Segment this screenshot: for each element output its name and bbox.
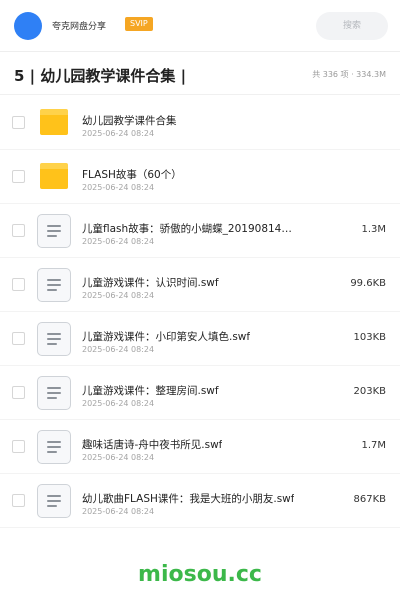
file-date: 2025-06-24 08:24 [82,237,155,246]
file-name[interactable]: 儿童flash故事：骄傲的小蝴蝶_20190814… [82,221,292,236]
file-name[interactable]: 幼儿歌曲FLASH课件：我是大班的小朋友.swf [82,491,294,506]
select-checkbox[interactable] [12,386,25,399]
folder-icon [40,109,68,135]
file-name[interactable]: FLASH故事（60个） [82,167,182,182]
avatar[interactable] [14,12,42,40]
document-icon [37,376,71,410]
file-name[interactable]: 趣味话唐诗-舟中夜书所见.swf [82,437,222,452]
select-checkbox[interactable] [12,278,25,291]
top-header: 夸克网盘分享 SVIP 搜索 [0,0,400,52]
file-date: 2025-06-24 08:24 [82,507,155,516]
share-owner-name: 夸克网盘分享 [52,22,107,32]
file-date: 2025-06-24 08:24 [82,129,155,138]
file-size: 99.6KB [350,278,386,289]
list-item[interactable]: 幼儿歌曲FLASH课件：我是大班的小朋友.swf 2025-06-24 08:24… [0,474,400,528]
file-date: 2025-06-24 08:24 [82,399,155,408]
file-name[interactable]: 幼儿园教学课件合集 [82,113,177,128]
select-checkbox[interactable] [12,116,25,129]
watermark-logo: miosou.cc [138,562,262,587]
file-size: 1.3M [361,224,386,235]
file-size: 203KB [353,386,386,397]
document-icon [37,214,71,248]
file-date: 2025-06-24 08:24 [82,453,155,462]
file-date: 2025-06-24 08:24 [82,291,155,300]
document-icon [37,268,71,302]
select-checkbox[interactable] [12,170,25,183]
file-size: 1.7M [361,440,386,451]
folder-summary: 共 336 项 · 334.3M [312,70,386,79]
list-item[interactable]: 儿童flash故事：骄傲的小蝴蝶_20190814… 2025-06-24 08:… [0,204,400,258]
select-checkbox[interactable] [12,494,25,507]
folder-icon [40,163,68,189]
file-name[interactable]: 儿童游戏课件：整理房间.swf [82,383,219,398]
select-checkbox[interactable] [12,224,25,237]
search-input[interactable]: 搜索 [316,12,388,40]
folder-title-bar: 5 | 幼儿园教学课件合集 | 共 336 项 · 334.3M [0,53,400,95]
document-icon [37,322,71,356]
file-date: 2025-06-24 08:24 [82,183,155,192]
file-name[interactable]: 儿童游戏课件：认识时间.swf [82,275,219,290]
file-size: 103KB [353,332,386,343]
document-icon [37,430,71,464]
list-item[interactable]: 儿童游戏课件：整理房间.swf 2025-06-24 08:24 203KB [0,366,400,420]
document-icon [37,484,71,518]
list-item[interactable]: 儿童游戏课件：小印第安人填色.swf 2025-06-24 08:24 103KB [0,312,400,366]
page-title: 5 | 幼儿园教学课件合集 | [14,67,187,85]
select-checkbox[interactable] [12,332,25,345]
file-date: 2025-06-24 08:24 [82,345,155,354]
list-item[interactable]: FLASH故事（60个） 2025-06-24 08:24 [0,150,400,204]
file-name[interactable]: 儿童游戏课件：小印第安人填色.swf [82,329,250,344]
list-item[interactable]: 趣味话唐诗-舟中夜书所见.swf 2025-06-24 08:24 1.7M [0,420,400,474]
file-size: 867KB [353,494,386,505]
svip-badge: SVIP [125,17,153,31]
list-item[interactable]: 儿童游戏课件：认识时间.swf 2025-06-24 08:24 99.6KB [0,258,400,312]
file-list: 幼儿园教学课件合集 2025-06-24 08:24 FLASH故事（60个） 202… [0,96,400,528]
list-item[interactable]: 幼儿园教学课件合集 2025-06-24 08:24 [0,96,400,150]
select-checkbox[interactable] [12,440,25,453]
